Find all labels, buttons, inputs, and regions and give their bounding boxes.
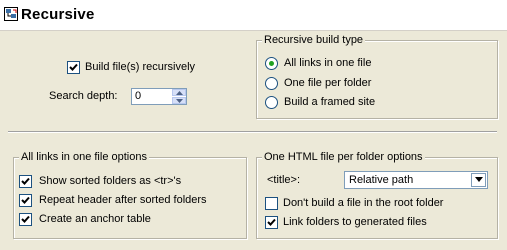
radio-label: All links in one file [284, 57, 372, 69]
checkbox-label: Link folders to generated files [283, 216, 427, 228]
chevron-down-icon [475, 177, 483, 182]
checkmark-icon [21, 177, 30, 185]
checkmark-icon [267, 218, 276, 226]
radio-button[interactable] [265, 77, 278, 90]
one-file-options-title: All links in one file options [19, 151, 149, 163]
radio-one-file-per-folder[interactable]: One file per folder [265, 77, 385, 91]
radio-button[interactable] [265, 96, 278, 109]
radio-button[interactable] [265, 57, 278, 70]
checkmark-icon [69, 63, 78, 71]
radio-label: Build a framed site [284, 96, 376, 108]
radio-label: One file per folder [284, 77, 372, 89]
search-depth-label: Search depth: [49, 90, 118, 102]
create-anchor-table-checkbox[interactable]: Create an anchor table [19, 213, 179, 227]
checkbox-label: Show sorted folders as <tr>'s [39, 175, 182, 187]
radio-build-framed-site[interactable]: Build a framed site [265, 96, 385, 110]
checkbox-box[interactable] [19, 175, 32, 188]
checkbox-box[interactable] [265, 197, 278, 210]
checkbox-label: Repeat header after sorted folders [39, 194, 207, 206]
section-divider [8, 131, 497, 133]
title-field-label: <title>: [267, 174, 301, 186]
spin-down-button[interactable] [172, 97, 186, 104]
checkbox-label: Don't build a file in the root folder [283, 197, 444, 209]
checkbox-box[interactable] [67, 61, 80, 74]
recursive-build-type-title: Recursive build type [262, 34, 366, 46]
checkbox-box[interactable] [19, 194, 32, 207]
checkmark-icon [21, 196, 30, 204]
per-folder-options-title: One HTML file per folder options [262, 151, 425, 163]
radio-all-links-one-file[interactable]: All links in one file [265, 57, 385, 71]
search-depth-spinner[interactable]: 0 [131, 88, 187, 105]
checkbox-box[interactable] [19, 213, 32, 226]
title-select[interactable]: Relative path [344, 171, 488, 189]
repeat-header-checkbox[interactable]: Repeat header after sorted folders [19, 194, 229, 208]
page-title: Recursive [21, 6, 95, 23]
build-recursively-checkbox[interactable]: Build file(s) recursively [67, 61, 207, 75]
panel-header: Recursive [0, 0, 507, 31]
checkbox-label: Create an anchor table [39, 213, 151, 225]
checkmark-icon [21, 215, 30, 223]
link-folders-checkbox[interactable]: Link folders to generated files [265, 216, 455, 230]
dont-build-root-checkbox[interactable]: Don't build a file in the root folder [265, 197, 475, 211]
recursive-tool-icon [4, 7, 18, 21]
checkbox-box[interactable] [265, 216, 278, 229]
search-depth-value[interactable]: 0 [135, 90, 141, 102]
dropdown-button[interactable] [471, 173, 486, 187]
arrow-up-icon [176, 91, 183, 95]
show-sorted-folders-checkbox[interactable]: Show sorted folders as <tr>'s [19, 175, 219, 189]
title-select-value: Relative path [349, 174, 414, 186]
build-recursively-label: Build file(s) recursively [85, 61, 196, 73]
spin-up-button[interactable] [172, 89, 186, 96]
arrow-down-icon [176, 99, 183, 103]
